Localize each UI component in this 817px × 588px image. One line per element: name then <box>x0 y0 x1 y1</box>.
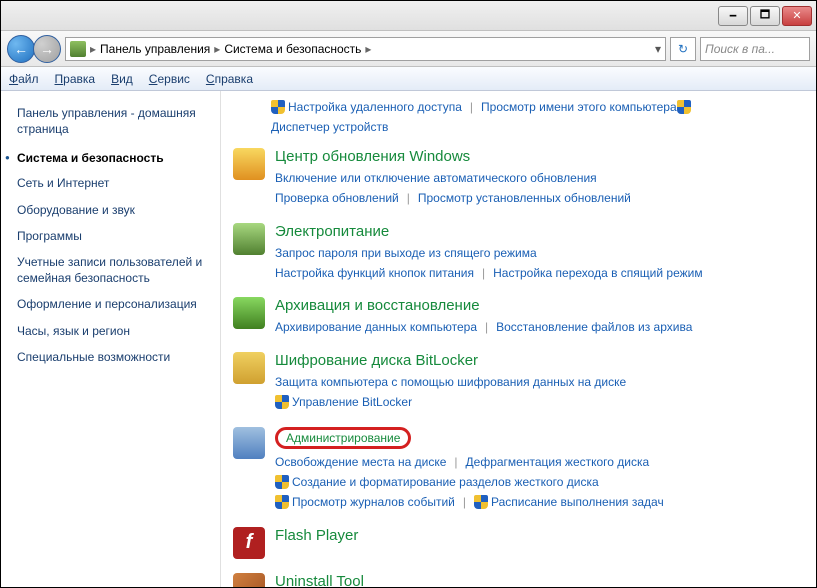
windows-update-icon <box>233 148 265 180</box>
task-link[interactable]: Создание и форматирование разделов жестк… <box>292 472 599 492</box>
category-windows-update: Центр обновления Windows Включение или от… <box>233 148 800 209</box>
menu-item[interactable]: Сервис <box>149 72 190 86</box>
bitlocker-icon <box>233 352 265 384</box>
task-link[interactable]: Освобождение места на диске <box>275 452 446 472</box>
shield-icon <box>275 395 289 409</box>
task-link[interactable]: Восстановление файлов из архива <box>496 317 692 337</box>
control-panel-window: 🗕 🗖 ✕ ← → ▸ Панель управления ▸ Система … <box>0 0 817 588</box>
category-title-flash[interactable]: Flash Player <box>275 527 800 544</box>
nav-bar: ← → ▸ Панель управления ▸ Система и безо… <box>1 31 816 67</box>
menu-item[interactable]: Файл <box>9 72 39 86</box>
shield-icon <box>677 100 691 114</box>
address-bar[interactable]: ▸ Панель управления ▸ Система и безопасн… <box>65 37 666 61</box>
category-title-uninstall[interactable]: Uninstall Tool <box>275 573 800 587</box>
bc-separator: ▸ <box>90 42 96 56</box>
sidebar-link[interactable]: Оформление и персонализация <box>17 296 210 312</box>
content-area[interactable]: Настройка удаленного доступа | Просмотр … <box>221 91 816 587</box>
backup-icon <box>233 297 265 329</box>
maximize-button[interactable]: 🗖 <box>750 6 780 26</box>
menu-item[interactable]: Правка <box>55 72 96 86</box>
flash-icon: f <box>233 527 265 559</box>
task-link[interactable]: Настройка функций кнопок питания <box>275 263 474 283</box>
task-link[interactable]: Включение или отключение автоматического… <box>275 168 597 188</box>
titlebar: 🗕 🗖 ✕ <box>1 1 816 31</box>
task-link[interactable]: Просмотр установленных обновлений <box>418 188 631 208</box>
breadcrumb-item[interactable]: Система и безопасность <box>224 42 361 56</box>
sidebar-link[interactable]: Специальные возможности <box>17 349 210 365</box>
sidebar-link[interactable]: Оборудование и звук <box>17 202 210 218</box>
category-admin: Администрирование Освобождение места на д… <box>233 427 800 513</box>
computer-name-link[interactable]: Просмотр имени этого компьютера <box>481 97 677 117</box>
bc-separator: ▸ <box>365 42 371 56</box>
refresh-button[interactable]: ↻ <box>670 37 696 61</box>
separator: | <box>485 317 488 337</box>
category-bitlocker: Шифрование диска BitLocker Защита компьют… <box>233 352 800 413</box>
remote-access-link[interactable]: Настройка удаленного доступа <box>288 97 462 117</box>
task-link[interactable]: Расписание выполнения задач <box>491 492 664 512</box>
task-link[interactable]: Дефрагментация жесткого диска <box>466 452 650 472</box>
bc-separator: ▸ <box>214 42 220 56</box>
menu-bar: Файл Правка Вид Сервис Справка <box>1 67 816 91</box>
back-button[interactable]: ← <box>7 35 35 63</box>
category-title-backup[interactable]: Архивация и восстановление <box>275 297 800 314</box>
sidebar: Панель управления - домашняя страница Си… <box>1 91 221 587</box>
minimize-button[interactable]: 🗕 <box>718 6 748 26</box>
menu-item[interactable]: Вид <box>111 72 133 86</box>
forward-button[interactable]: → <box>33 35 61 63</box>
task-link[interactable]: Управление BitLocker <box>292 392 412 412</box>
breadcrumb-item[interactable]: Панель управления <box>100 42 210 56</box>
sidebar-home-link[interactable]: Панель управления - домашняя страница <box>17 105 210 137</box>
uninstall-icon <box>233 573 265 587</box>
control-panel-icon <box>70 41 86 57</box>
task-link[interactable]: Архивирование данных компьютера <box>275 317 477 337</box>
shield-icon <box>275 475 289 489</box>
task-link[interactable]: Проверка обновлений <box>275 188 399 208</box>
address-dropdown-icon[interactable]: ▾ <box>655 42 661 56</box>
task-link[interactable]: Настройка перехода в спящий режим <box>493 263 702 283</box>
category-flash: f Flash Player <box>233 527 800 559</box>
category-backup: Архивация и восстановление Архивирование … <box>233 297 800 337</box>
power-icon <box>233 223 265 255</box>
shield-icon <box>271 100 285 114</box>
category-title-admin[interactable]: Администрирование <box>275 427 800 449</box>
task-link[interactable]: Запрос пароля при выходе из спящего режи… <box>275 243 537 263</box>
separator: | <box>463 492 466 512</box>
category-title-bitlocker[interactable]: Шифрование диска BitLocker <box>275 352 800 369</box>
close-button[interactable]: ✕ <box>782 6 812 26</box>
separator: | <box>482 263 485 283</box>
category-uninstall: Uninstall Tool <box>233 573 800 587</box>
sidebar-active-item[interactable]: Система и безопасность <box>17 151 210 165</box>
menu-item[interactable]: Справка <box>206 72 253 86</box>
category-title-windows-update[interactable]: Центр обновления Windows <box>275 148 800 165</box>
category-power: Электропитание Запрос пароля при выходе и… <box>233 223 800 284</box>
sidebar-link[interactable]: Сеть и Интернет <box>17 175 210 191</box>
category-title-power[interactable]: Электропитание <box>275 223 800 240</box>
sidebar-link[interactable]: Программы <box>17 228 210 244</box>
shield-icon <box>474 495 488 509</box>
shield-icon <box>275 495 289 509</box>
task-link[interactable]: Просмотр журналов событий <box>292 492 455 512</box>
sidebar-link[interactable]: Часы, язык и регион <box>17 323 210 339</box>
device-manager-link[interactable]: Диспетчер устройств <box>271 117 388 137</box>
admin-icon <box>233 427 265 459</box>
separator: | <box>454 452 457 472</box>
search-input[interactable]: Поиск в па... <box>700 37 810 61</box>
separator: | <box>407 188 410 208</box>
task-link[interactable]: Защита компьютера с помощью шифрования д… <box>275 372 626 392</box>
sidebar-link[interactable]: Учетные записи пользователей и семейная … <box>17 254 210 286</box>
top-orphan-links: Настройка удаленного доступа | Просмотр … <box>271 97 800 138</box>
